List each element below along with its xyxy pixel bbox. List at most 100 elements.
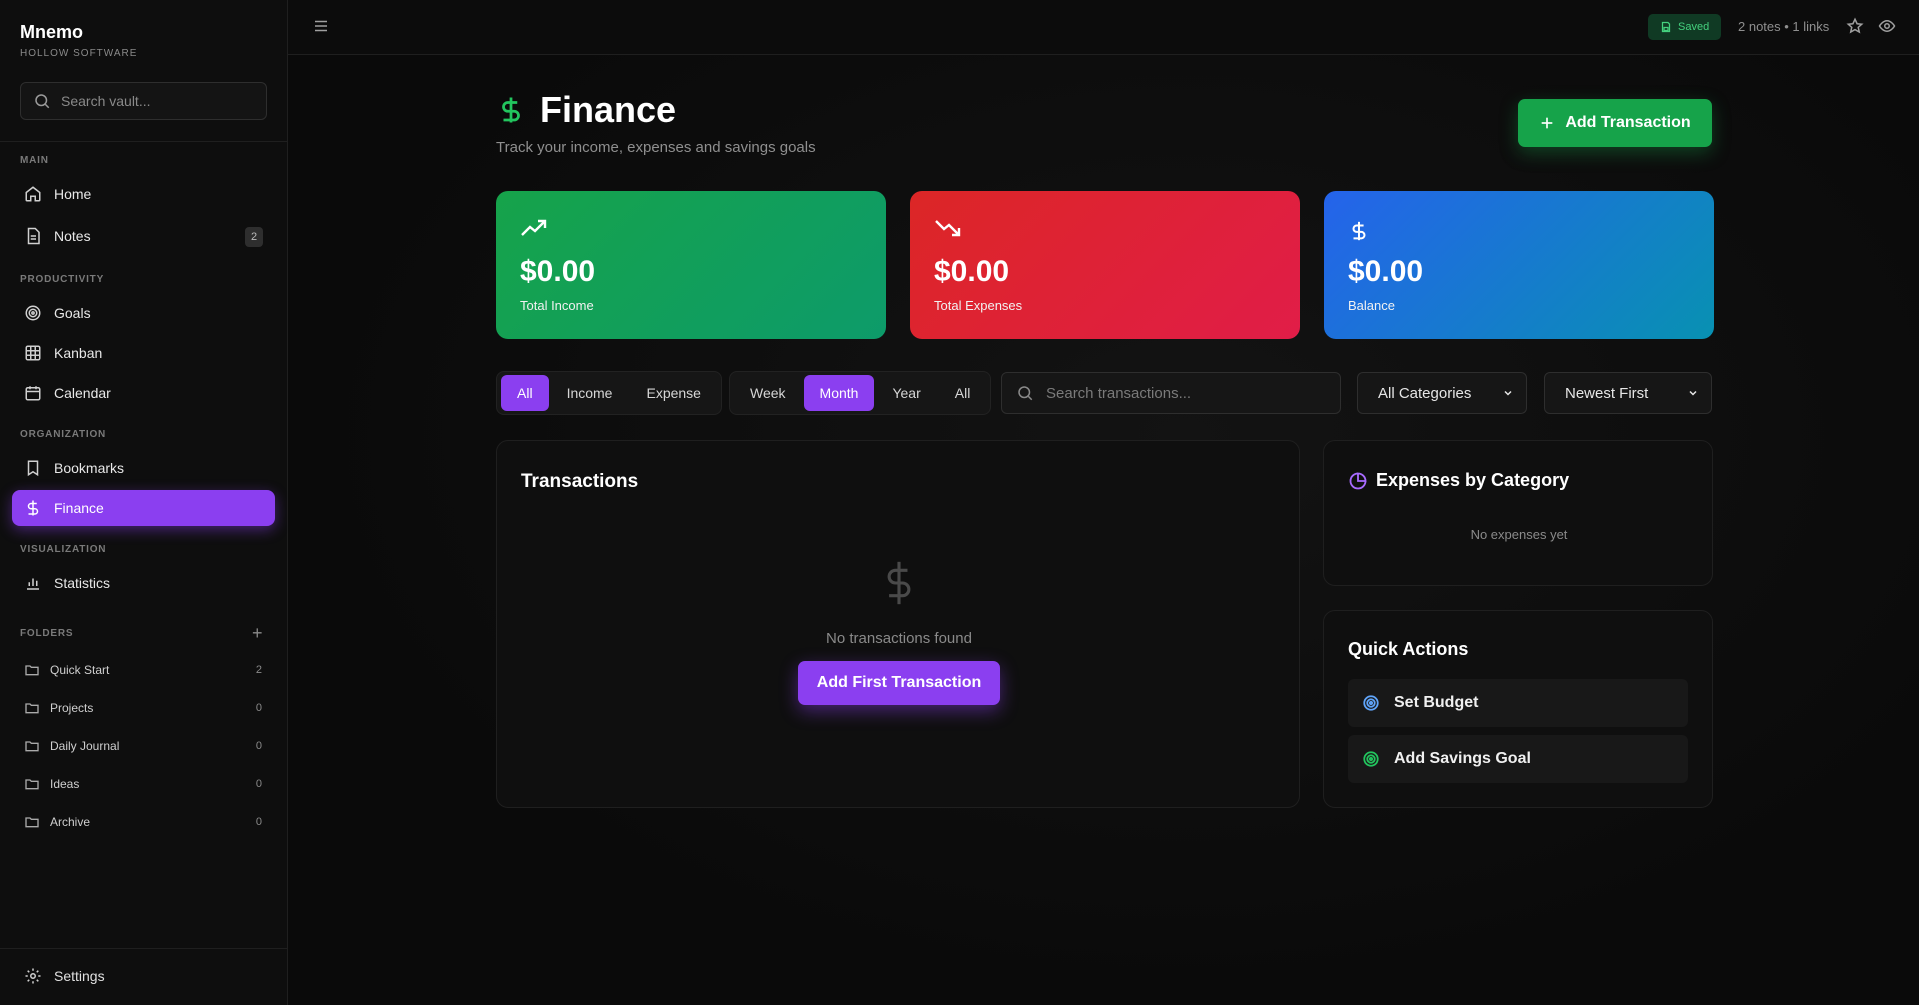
sidebar-item-goals[interactable]: Goals	[12, 295, 275, 331]
sidebar-item-label: Kanban	[54, 345, 103, 361]
sidebar-item-finance[interactable]: Finance	[12, 490, 275, 526]
period-filter-week[interactable]: Week	[734, 375, 802, 411]
section-label-organization: ORGANIZATION	[20, 429, 107, 440]
chevron-down-icon	[1689, 390, 1697, 396]
sidebar-item-label: Finance	[54, 500, 104, 516]
sidebar-item-label: Notes	[54, 228, 91, 244]
sidebar-item-home[interactable]: Home	[12, 176, 275, 212]
target-icon	[1363, 695, 1379, 711]
vault-search-input[interactable]	[61, 93, 251, 109]
add-transaction-button[interactable]: Add Transaction	[1518, 99, 1712, 147]
menu-icon[interactable]	[312, 17, 330, 35]
sidebar-divider	[0, 141, 288, 142]
folder-icon	[25, 779, 39, 790]
add-savings-goal-button[interactable]: Add Savings Goal	[1348, 735, 1688, 783]
main-content: Finance Track your income, expenses and …	[288, 55, 1919, 1005]
notes-count-badge: 2	[245, 227, 263, 247]
folder-icon	[25, 817, 39, 828]
set-budget-label: Set Budget	[1394, 694, 1479, 711]
folder-count: 0	[255, 816, 262, 828]
income-card: $0.00 Total Income	[496, 191, 886, 339]
folder-item[interactable]: Archive 0	[24, 810, 262, 834]
folder-name: Projects	[50, 701, 94, 715]
sidebar-item-kanban[interactable]: Kanban	[12, 335, 275, 371]
period-filter-month[interactable]: Month	[803, 375, 875, 411]
add-folder-button[interactable]: +	[252, 623, 263, 643]
page-title: Finance	[540, 89, 677, 130]
sidebar-item-calendar[interactable]: Calendar	[12, 375, 275, 411]
pie-chart-icon	[1349, 472, 1367, 490]
sidebar-item-label: Bookmarks	[54, 460, 125, 476]
dollar-icon	[1352, 221, 1366, 241]
grid-icon	[25, 345, 41, 361]
sidebar-item-label: Goals	[54, 305, 91, 321]
page-header: Finance	[496, 89, 676, 131]
sidebar-item-notes[interactable]: Notes 2	[12, 218, 275, 254]
folder-count: 0	[255, 778, 262, 790]
no-expenses-text: No expenses yet	[1470, 527, 1568, 542]
folder-item[interactable]: Projects 0	[24, 696, 262, 720]
transaction-search[interactable]	[1001, 372, 1341, 414]
trending-down-icon	[935, 220, 961, 237]
brand-subtitle: HOLLOW SOFTWARE	[20, 48, 138, 59]
vault-search[interactable]	[20, 82, 267, 120]
type-filter-all[interactable]: All	[501, 375, 549, 411]
folder-name: Archive	[50, 815, 91, 829]
topbar: Saved 2 notes • 1 links	[288, 0, 1919, 55]
add-transaction-label: Add Transaction	[1565, 114, 1691, 131]
brand-name: Mnemo	[20, 22, 83, 42]
total-expenses-value: $0.00	[934, 255, 1010, 288]
transactions-empty-text: No transactions found	[826, 630, 972, 647]
settings-label: Settings	[54, 968, 105, 984]
folder-item[interactable]: Quick Start 2	[24, 658, 262, 682]
search-icon	[35, 94, 50, 109]
total-income-label: Total Income	[520, 298, 594, 313]
period-filter-all[interactable]: All	[939, 375, 987, 411]
folder-count: 0	[255, 740, 262, 752]
dollar-icon	[887, 561, 911, 605]
star-icon[interactable]	[1846, 17, 1864, 35]
sidebar-item-bookmarks[interactable]: Bookmarks	[12, 450, 275, 486]
page-subtitle: Track your income, expenses and savings …	[496, 139, 816, 156]
document-icon	[27, 227, 40, 245]
category-select[interactable]: All Categories	[1357, 372, 1527, 414]
balance-label: Balance	[1348, 298, 1395, 313]
transactions-title: Transactions	[521, 471, 639, 492]
sort-select-value: Newest First	[1565, 384, 1649, 402]
total-expenses-label: Total Expenses	[934, 298, 1023, 313]
type-filter-expense[interactable]: Expense	[630, 375, 716, 411]
folder-item[interactable]: Ideas 0	[24, 772, 262, 796]
bar-chart-icon	[27, 578, 39, 590]
section-label-productivity: PRODUCTIVITY	[20, 274, 105, 285]
section-label-main: MAIN	[20, 155, 49, 166]
type-filter-income[interactable]: Income	[551, 375, 629, 411]
sidebar-item-statistics[interactable]: Statistics	[12, 565, 275, 601]
expenses-by-category-title: Expenses by Category	[1376, 470, 1570, 490]
saved-label: Saved	[1678, 21, 1710, 33]
set-budget-button[interactable]: Set Budget	[1348, 679, 1688, 727]
eye-icon[interactable]	[1878, 17, 1896, 35]
sort-select[interactable]: Newest First	[1544, 372, 1712, 414]
add-savings-goal-label: Add Savings Goal	[1394, 750, 1531, 767]
settings-button[interactable]: Settings	[24, 967, 105, 985]
search-icon	[1018, 386, 1033, 401]
sidebar-divider	[0, 948, 288, 949]
quick-actions-panel: Quick Actions Set Budget Add Savings Goa…	[1323, 610, 1713, 808]
category-select-value: All Categories	[1378, 384, 1472, 402]
transaction-search-input[interactable]	[1046, 384, 1326, 402]
saved-badge: Saved	[1648, 14, 1722, 40]
period-filter: Week Month Year All	[729, 371, 992, 415]
folder-count: 0	[255, 702, 262, 714]
add-first-transaction-button[interactable]: Add First Transaction	[798, 661, 1000, 705]
folder-item[interactable]: Daily Journal 0	[24, 734, 262, 758]
target-icon	[25, 305, 41, 321]
plus-icon	[1541, 117, 1553, 129]
bookmark-icon	[27, 460, 39, 477]
section-label-folders: FOLDERS	[20, 628, 74, 639]
dollar-icon	[502, 97, 520, 123]
sidebar-item-label: Calendar	[54, 385, 111, 401]
balance-card: $0.00 Balance	[1324, 191, 1714, 339]
balance-value: $0.00	[1348, 255, 1424, 288]
period-filter-year[interactable]: Year	[876, 375, 936, 411]
transactions-panel: Transactions No transactions found Add F…	[496, 440, 1300, 808]
